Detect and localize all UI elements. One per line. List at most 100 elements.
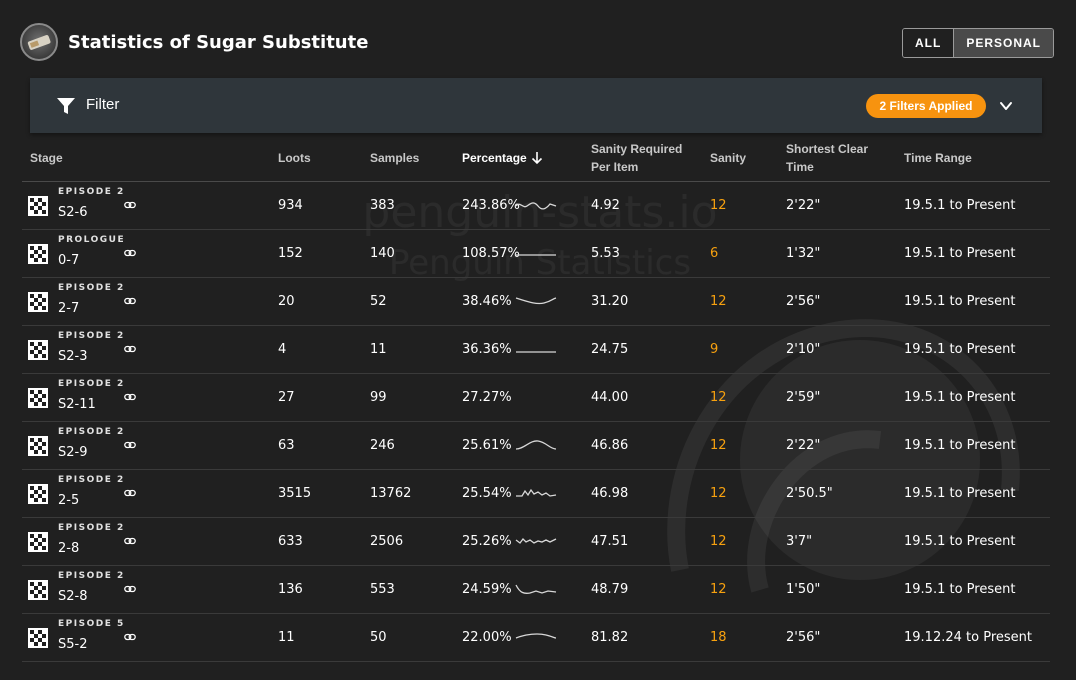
time-range-cell: 19.5.1 to Present xyxy=(904,342,1016,357)
checkered-flag-icon xyxy=(28,436,48,456)
sanity-per-item-cell: 31.20 xyxy=(591,294,629,309)
stage-code[interactable]: S2-9 xyxy=(58,445,88,460)
column-header-time-range[interactable]: Time Range xyxy=(904,149,972,167)
sanity-cell: 9 xyxy=(710,342,719,357)
samples-cell: 140 xyxy=(370,246,395,261)
loots-cell: 11 xyxy=(278,630,295,645)
checkered-flag-icon xyxy=(28,580,48,600)
sanity-cell: 12 xyxy=(710,438,727,453)
time-range-cell: 19.5.1 to Present xyxy=(904,438,1016,453)
column-header-stage[interactable]: Stage xyxy=(30,149,63,167)
link-icon[interactable] xyxy=(124,296,136,306)
sanity-per-item-cell: 46.98 xyxy=(591,486,629,501)
column-header-sanity-per-item-line2: Per Item xyxy=(591,160,639,174)
stage-code[interactable]: 2-5 xyxy=(58,493,79,508)
percentage-cell: 27.27% xyxy=(462,390,512,405)
link-icon[interactable] xyxy=(124,200,136,210)
time-range-cell: 19.5.1 to Present xyxy=(904,294,1016,309)
table-row[interactable]: EPISODE 2 2-5 3515 13762 25.54% 46.98 12 2'50.5… xyxy=(22,470,1050,518)
loots-cell: 136 xyxy=(278,582,303,597)
trend-sparkline xyxy=(515,538,557,544)
loots-cell: 27 xyxy=(278,390,295,405)
table-row[interactable]: EPISODE 2 2-8 633 2506 25.26% 47.51 12 3'7" 19.5… xyxy=(22,518,1050,566)
sanity-cell: 12 xyxy=(710,198,727,213)
loots-cell: 4 xyxy=(278,342,287,357)
samples-cell: 246 xyxy=(370,438,395,453)
toggle-all-button[interactable]: ALL xyxy=(902,29,955,57)
table-row[interactable]: PROLOGUE 0-7 152 140 108.57% 5.53 6 1'32" 19.5.1… xyxy=(22,230,1050,278)
filter-bar[interactable]: Filter 2 Filters Applied xyxy=(30,78,1042,133)
stage-code[interactable]: S2-11 xyxy=(58,397,96,412)
table-row[interactable]: EPISODE 2 S2-3 4 11 36.36% 24.75 9 2'10" 19.5.1 … xyxy=(22,326,1050,374)
checkered-flag-icon xyxy=(28,196,48,216)
table-row[interactable]: EPISODE 2 S2-9 63 246 25.61% 46.86 12 2'22" 19.5… xyxy=(22,422,1050,470)
loots-cell: 63 xyxy=(278,438,295,453)
percentage-cell: 38.46% xyxy=(462,294,512,309)
table-row[interactable]: EPISODE 2 2-7 20 52 38.46% 31.20 12 2'56" 19.5.1… xyxy=(22,278,1050,326)
table-row[interactable]: EPISODE 5 S5-2 11 50 22.00% 81.82 18 2'56" 19.12… xyxy=(22,614,1050,662)
link-icon[interactable] xyxy=(124,632,136,642)
zone-name: EPISODE 5 xyxy=(58,619,125,629)
stage-code[interactable]: 2-8 xyxy=(58,541,79,556)
sugar-substitute-icon xyxy=(20,23,58,61)
trend-sparkline xyxy=(515,440,557,450)
time-range-cell: 19.5.1 to Present xyxy=(904,246,1016,261)
time-range-cell: 19.5.1 to Present xyxy=(904,198,1016,213)
clear-time-cell: 2'22" xyxy=(786,198,821,213)
link-icon[interactable] xyxy=(124,440,136,450)
stage-code[interactable]: S5-2 xyxy=(58,637,88,652)
trend-sparkline xyxy=(515,202,557,210)
column-header-clear-time[interactable]: Shortest Clear Time xyxy=(786,140,868,176)
link-icon[interactable] xyxy=(124,344,136,354)
link-icon[interactable] xyxy=(124,584,136,594)
column-header-samples[interactable]: Samples xyxy=(370,149,419,167)
column-header-percentage[interactable]: Percentage xyxy=(462,149,543,167)
percentage-cell: 36.36% xyxy=(462,342,512,357)
table-row[interactable]: EPISODE 2 S2-8 136 553 24.59% 48.79 12 1'50" 19.… xyxy=(22,566,1050,614)
column-header-loots[interactable]: Loots xyxy=(278,149,311,167)
sanity-cell: 12 xyxy=(710,534,727,549)
stage-code[interactable]: 2-7 xyxy=(58,301,79,316)
chevron-down-icon[interactable] xyxy=(998,98,1014,114)
stage-code[interactable]: S2-3 xyxy=(58,349,88,364)
checkered-flag-icon xyxy=(28,484,48,504)
samples-cell: 553 xyxy=(370,582,395,597)
link-icon[interactable] xyxy=(124,536,136,546)
clear-time-cell: 2'10" xyxy=(786,342,821,357)
link-icon[interactable] xyxy=(124,488,136,498)
checkered-flag-icon xyxy=(28,628,48,648)
zone-name: PROLOGUE xyxy=(58,235,126,245)
zone-name: EPISODE 2 xyxy=(58,331,125,341)
table-body: EPISODE 2 S2-6 934 383 243.86% 4.92 12 2'22" 19.… xyxy=(22,182,1050,662)
column-header-sanity[interactable]: Sanity xyxy=(710,149,746,167)
arrow-down-icon xyxy=(531,152,542,165)
link-icon[interactable] xyxy=(124,392,136,402)
table-row[interactable]: EPISODE 2 S2-6 934 383 243.86% 4.92 12 2'22" 19.… xyxy=(22,182,1050,230)
trend-sparkline xyxy=(515,584,557,594)
zone-name: EPISODE 2 xyxy=(58,283,125,293)
column-header-clear-time-line1: Shortest Clear xyxy=(786,142,869,156)
toggle-personal-button[interactable]: PERSONAL xyxy=(954,29,1053,57)
stage-code[interactable]: S2-8 xyxy=(58,589,88,604)
sanity-cell: 12 xyxy=(710,486,727,501)
time-range-cell: 19.5.1 to Present xyxy=(904,582,1016,597)
percentage-cell: 243.86% xyxy=(462,198,520,213)
loots-cell: 20 xyxy=(278,294,295,309)
sanity-cell: 18 xyxy=(710,630,727,645)
mode-toggle: ALL PERSONAL xyxy=(901,28,1054,58)
column-header-sanity-per-item-line1: Sanity Required xyxy=(591,142,683,156)
table-row[interactable]: EPISODE 2 S2-11 27 99 27.27% 44.00 12 2'59" 19.5… xyxy=(22,374,1050,422)
sanity-per-item-cell: 5.53 xyxy=(591,246,620,261)
sanity-per-item-cell: 48.79 xyxy=(591,582,629,597)
checkered-flag-icon xyxy=(28,340,48,360)
stage-code[interactable]: S2-6 xyxy=(58,205,88,220)
loots-cell: 633 xyxy=(278,534,303,549)
drop-statistics-table: Stage Loots Samples Percentage Sanity Re… xyxy=(22,134,1050,662)
clear-time-cell: 2'56" xyxy=(786,630,821,645)
time-range-cell: 19.5.1 to Present xyxy=(904,390,1016,405)
sanity-per-item-cell: 4.92 xyxy=(591,198,620,213)
link-icon[interactable] xyxy=(124,248,136,258)
column-header-sanity-per-item[interactable]: Sanity Required Per Item xyxy=(591,140,682,176)
samples-cell: 13762 xyxy=(370,486,412,501)
stage-code[interactable]: 0-7 xyxy=(58,253,79,268)
